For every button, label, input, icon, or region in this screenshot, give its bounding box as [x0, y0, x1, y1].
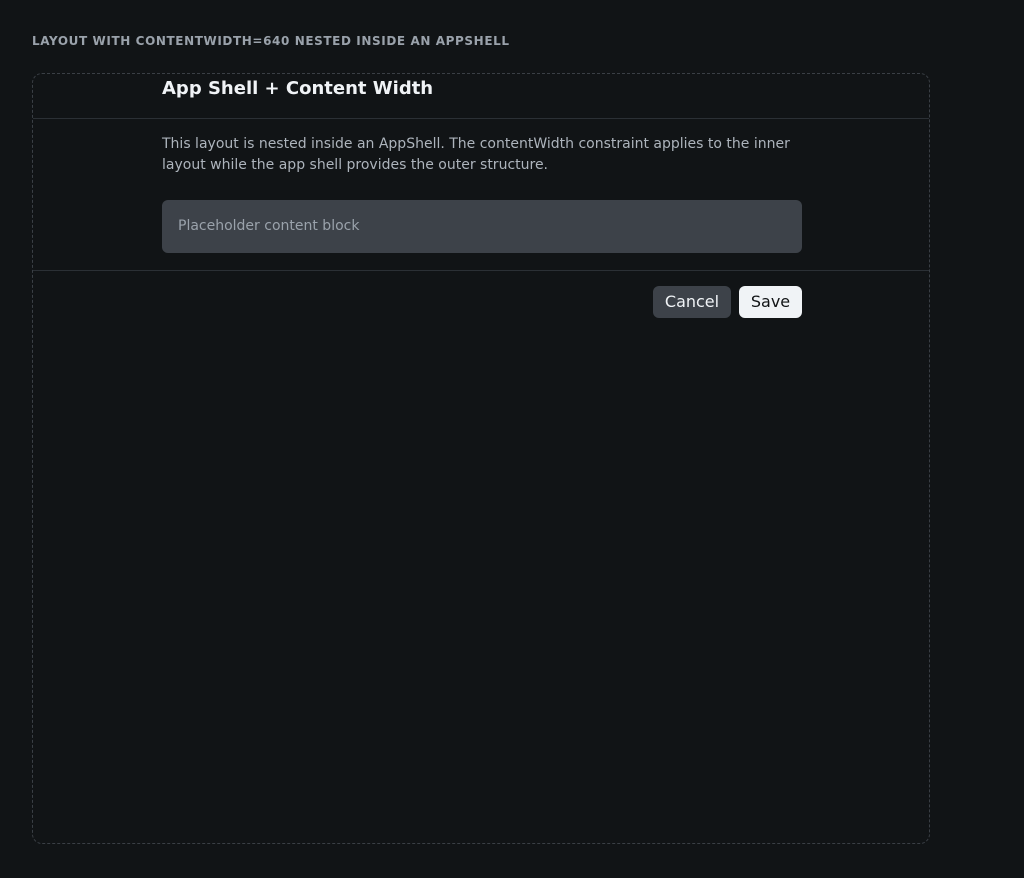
save-button[interactable]: Save — [739, 286, 802, 318]
page-title: App Shell + Content Width — [162, 78, 434, 99]
layout-header: App Shell + Content Width — [33, 74, 929, 119]
cancel-button[interactable]: Cancel — [653, 286, 731, 318]
layout-footer: Cancel Save — [33, 271, 929, 335]
placeholder-block: Placeholder content block — [162, 200, 802, 253]
story-label: LAYOUT WITH CONTENTWIDTH=640 NESTED INSI… — [32, 34, 510, 48]
layout-content: This layout is nested inside an AppShell… — [33, 118, 929, 271]
app-shell: App Shell + Content Width This layout is… — [32, 73, 930, 844]
description-text: This layout is nested inside an AppShell… — [162, 136, 790, 173]
